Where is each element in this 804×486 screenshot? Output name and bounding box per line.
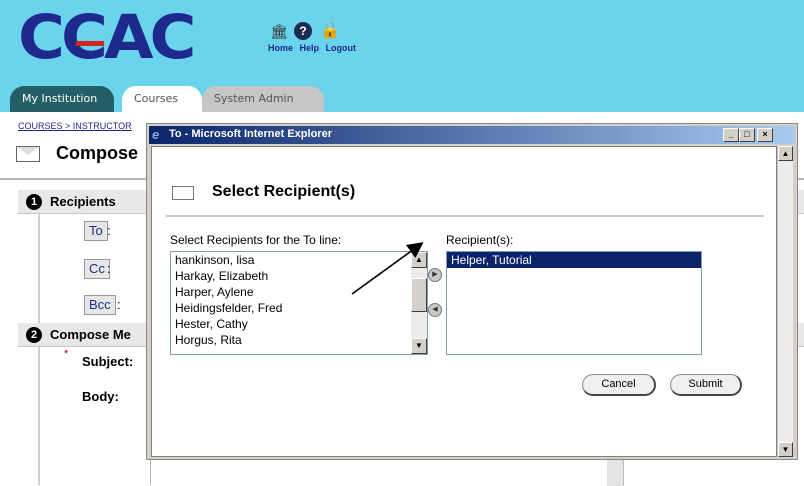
envelope-icon bbox=[172, 186, 194, 200]
body-editor[interactable] bbox=[150, 457, 624, 486]
tab-my-institution[interactable]: My Institution bbox=[10, 86, 114, 112]
dialog-titlebar[interactable]: e To - Microsoft Internet Explorer _ □ × bbox=[149, 126, 795, 144]
dialog-content: Select Recipient(s) Select Recipients fo… bbox=[151, 146, 777, 457]
list-item[interactable]: Helper, Tutorial bbox=[447, 252, 701, 268]
dialog-heading-text: Select Recipient(s) bbox=[212, 183, 356, 200]
scroll-up-icon[interactable]: ▲ bbox=[411, 252, 427, 268]
remove-recipient-arrow-icon[interactable]: ◀ bbox=[428, 303, 442, 317]
step-number: 2 bbox=[26, 327, 42, 343]
available-list-label: Select Recipients for the To line: bbox=[170, 233, 342, 247]
close-button[interactable]: × bbox=[757, 128, 773, 142]
required-marker: * bbox=[64, 348, 69, 360]
list-item[interactable]: Harper, Aylene bbox=[171, 284, 427, 300]
to-button[interactable]: To bbox=[84, 221, 108, 241]
logout-link[interactable]: Logout bbox=[326, 43, 357, 53]
list-item[interactable]: Harkay, Elizabeth bbox=[171, 268, 427, 284]
ie-icon: e bbox=[152, 127, 160, 142]
cc-button[interactable]: Cc bbox=[84, 259, 110, 279]
minimize-button[interactable]: _ bbox=[723, 128, 739, 142]
header-banner: CCAC 🏛 ? 🔒 Home Help Logout My Instituti… bbox=[0, 0, 804, 112]
selected-recipients-list[interactable]: Helper, Tutorial bbox=[446, 251, 702, 355]
recipients-list-label: Recipient(s): bbox=[446, 233, 514, 247]
breadcrumb[interactable]: COURSES > INSTRUCTOR bbox=[18, 121, 132, 131]
scroll-down-icon[interactable]: ▼ bbox=[778, 442, 793, 457]
colon: : bbox=[107, 261, 111, 276]
dialog-title: To - Microsoft Internet Explorer bbox=[169, 128, 332, 140]
home-link[interactable]: Home bbox=[268, 43, 293, 53]
help-link[interactable]: Help bbox=[300, 43, 320, 53]
list-item[interactable]: Hester, Cathy bbox=[171, 316, 427, 332]
section-label: Recipients bbox=[50, 194, 116, 209]
tab-system-admin[interactable]: System Admin bbox=[202, 86, 324, 112]
logo-text: CCAC bbox=[18, 2, 196, 74]
scroll-up-icon[interactable]: ▲ bbox=[778, 146, 793, 161]
page-title-text: Compose bbox=[56, 143, 139, 163]
ccac-logo[interactable]: CCAC bbox=[18, 2, 248, 74]
logout-lock-icon[interactable]: 🔒 bbox=[320, 22, 340, 40]
select-recipients-dialog: e To - Microsoft Internet Explorer _ □ ×… bbox=[146, 123, 798, 460]
divider bbox=[166, 215, 764, 217]
section-guide-line bbox=[38, 214, 40, 485]
add-recipient-arrow-icon[interactable]: ▶ bbox=[428, 268, 442, 282]
scroll-down-icon[interactable]: ▼ bbox=[411, 338, 427, 354]
submit-button[interactable]: Submit bbox=[670, 374, 742, 396]
maximize-button[interactable]: □ bbox=[739, 128, 755, 142]
list-scrollbar[interactable]: ▲ ▼ bbox=[411, 252, 427, 354]
available-recipients-list[interactable]: hankinson, lisa Harkay, Elizabeth Harper… bbox=[170, 251, 428, 355]
subject-label: Subject: bbox=[82, 354, 134, 369]
section-label: Compose Me bbox=[50, 327, 131, 342]
top-nav: 🏛 ? 🔒 Home Help Logout bbox=[268, 22, 378, 62]
list-item[interactable]: Horgus, Rita bbox=[171, 332, 427, 348]
cancel-button[interactable]: Cancel bbox=[582, 374, 656, 396]
list-item[interactable]: hankinson, lisa bbox=[171, 252, 427, 268]
scrollbar[interactable] bbox=[607, 458, 623, 486]
colon: : bbox=[107, 223, 111, 238]
bcc-button[interactable]: Bcc bbox=[84, 295, 116, 315]
colon: : bbox=[117, 297, 121, 312]
step-number: 1 bbox=[26, 194, 42, 210]
home-icon[interactable]: 🏛 bbox=[270, 22, 288, 40]
tab-courses[interactable]: Courses bbox=[122, 86, 202, 112]
scroll-thumb[interactable] bbox=[411, 278, 427, 312]
list-item[interactable]: Heidingsfelder, Fred bbox=[171, 300, 427, 316]
body-label: Body: bbox=[82, 389, 119, 404]
logo-stripe bbox=[76, 41, 104, 46]
envelope-icon bbox=[16, 146, 40, 162]
help-icon[interactable]: ? bbox=[294, 22, 312, 40]
dialog-scrollbar[interactable]: ▲ ▼ bbox=[777, 146, 793, 457]
